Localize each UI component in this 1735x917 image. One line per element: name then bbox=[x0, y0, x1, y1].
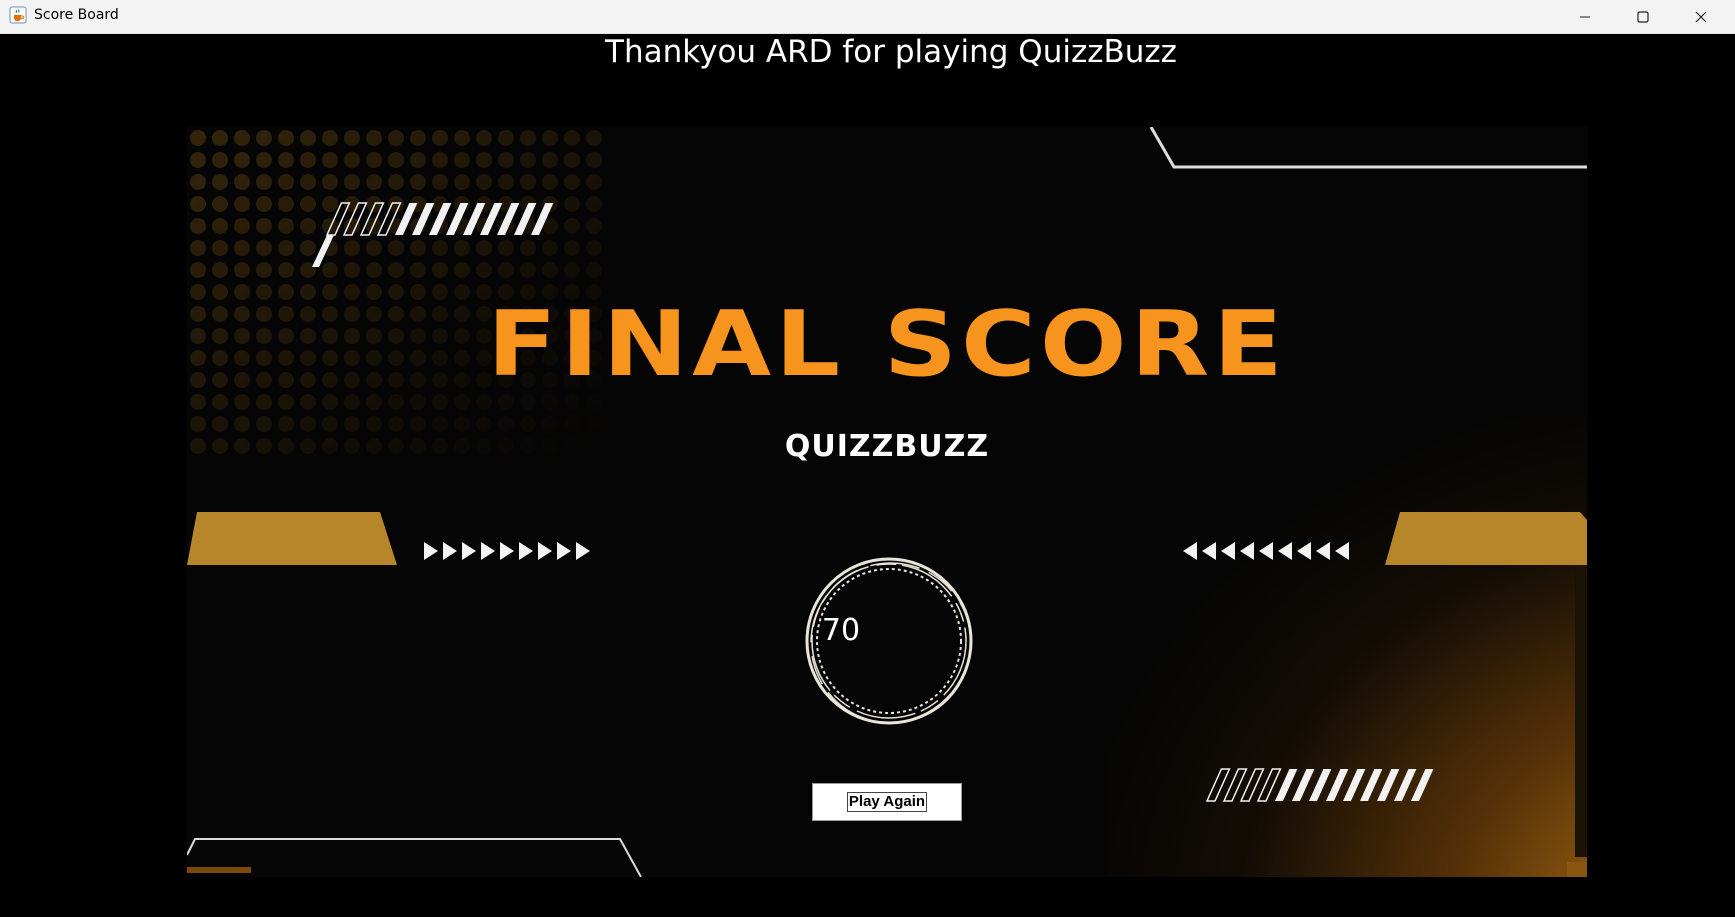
arrow-right-icon bbox=[576, 542, 590, 560]
play-again-label: Play Again bbox=[846, 792, 928, 812]
maximize-button[interactable] bbox=[1614, 0, 1672, 33]
right-edge-strip bbox=[1575, 557, 1587, 857]
final-score-headline: FINAL SCORE bbox=[487, 292, 1287, 397]
score-value: 70 bbox=[821, 613, 861, 648]
close-icon bbox=[1695, 11, 1707, 22]
bottom-right-accent bbox=[1567, 862, 1587, 877]
thank-you-heading: Thankyou ARD for playing QuizzBuzz bbox=[605, 34, 1177, 70]
arrow-left-icon bbox=[1316, 542, 1330, 560]
arrow-left-icon bbox=[1221, 542, 1235, 560]
arrow-left-icon bbox=[1259, 542, 1273, 560]
play-again-button[interactable]: Play Again bbox=[812, 783, 962, 821]
window-titlebar: Score Board bbox=[0, 0, 1735, 34]
arrow-right-icon bbox=[557, 542, 571, 560]
window-title: Score Board bbox=[34, 7, 119, 23]
arrow-right-icon bbox=[500, 542, 514, 560]
gold-bar-left bbox=[187, 512, 397, 565]
arrow-left-icon bbox=[1335, 542, 1349, 560]
slash-stripes-bottom-right bbox=[1205, 768, 1434, 802]
java-cup-icon bbox=[9, 6, 27, 24]
gold-bar-right bbox=[1385, 512, 1587, 565]
close-button[interactable] bbox=[1672, 0, 1730, 33]
corner-line-bottom-left bbox=[187, 838, 642, 877]
maximize-icon bbox=[1637, 10, 1649, 23]
arrows-right bbox=[424, 542, 590, 560]
arrows-left bbox=[1183, 542, 1349, 560]
brand-name: QUIZZBUZZ bbox=[784, 429, 990, 464]
arrow-right-icon bbox=[481, 542, 495, 560]
final-score-banner: FINAL SCORE QUIZZBUZZ bbox=[187, 127, 1587, 877]
arrow-left-icon bbox=[1297, 542, 1311, 560]
stripe bbox=[1292, 769, 1315, 801]
arrow-right-icon bbox=[519, 542, 533, 560]
corner-line-top-right bbox=[1149, 127, 1587, 169]
banner-decoration bbox=[187, 127, 1587, 877]
stripe bbox=[1377, 769, 1400, 801]
stripe bbox=[1394, 769, 1417, 801]
minimize-icon bbox=[1580, 16, 1590, 17]
bottom-left-accent bbox=[187, 867, 251, 873]
arrow-right-icon bbox=[462, 542, 476, 560]
arrow-right-icon bbox=[443, 542, 457, 560]
stripe bbox=[1411, 769, 1434, 801]
arrow-left-icon bbox=[1183, 542, 1197, 560]
arrow-left-icon bbox=[1202, 542, 1216, 560]
arrow-right-icon bbox=[538, 542, 552, 560]
minimize-button[interactable] bbox=[1556, 0, 1614, 33]
arrow-left-icon bbox=[1278, 542, 1292, 560]
stripe bbox=[1309, 769, 1332, 801]
arrow-right-icon bbox=[424, 542, 438, 560]
arrow-left-icon bbox=[1240, 542, 1254, 560]
stripe bbox=[1326, 769, 1349, 801]
stripe bbox=[1360, 769, 1383, 801]
stripe bbox=[1343, 769, 1366, 801]
